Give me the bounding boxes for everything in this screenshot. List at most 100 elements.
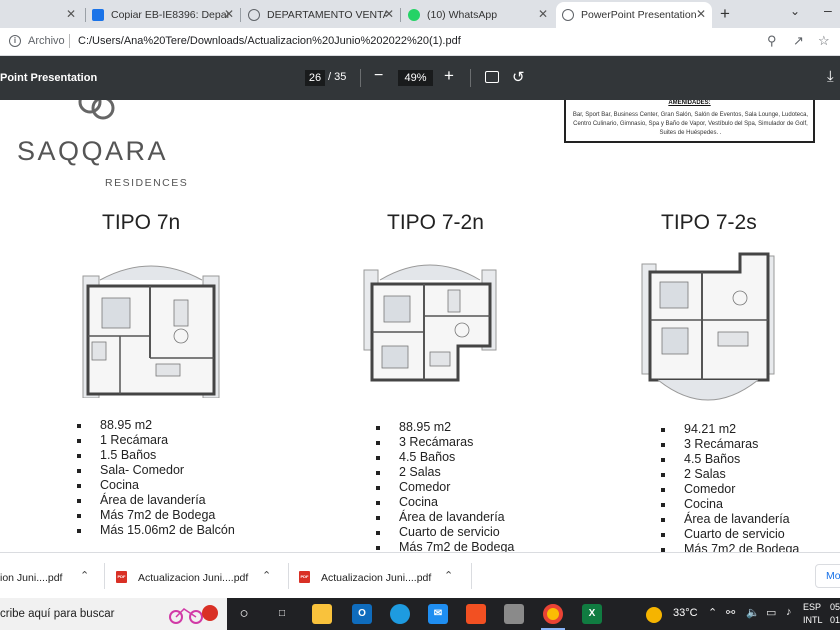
tab-whatsapp[interactable]: (10) WhatsApp ✕	[402, 2, 554, 28]
close-icon[interactable]: ✕	[224, 7, 234, 21]
close-icon[interactable]: ✕	[538, 7, 548, 21]
chrome-icon[interactable]	[543, 604, 563, 624]
zoom-level-input[interactable]: 49%	[398, 70, 433, 86]
store-icon[interactable]	[466, 604, 486, 624]
close-icon[interactable]: ✕	[66, 7, 76, 21]
tab-copiar[interactable]: Copiar EB-IE8396: Depart ✕	[86, 2, 240, 28]
language-indicator[interactable]: ESP	[803, 602, 821, 612]
list-item: Más 7m2 de Bodega	[77, 508, 235, 523]
unit-feature-list: 88.95 m2 3 Recámaras 4.5 Baños 2 Salas C…	[376, 420, 514, 552]
unit-title: TIPO 7-2s	[661, 211, 757, 234]
list-item: 3 Recámaras	[376, 435, 514, 450]
file-explorer-icon[interactable]	[312, 604, 332, 624]
minimize-icon[interactable]: –	[824, 2, 832, 18]
bicycle-doodle-icon	[169, 605, 218, 624]
tab-label: DEPARTAMENTO VENTA	[267, 9, 387, 21]
unit-feature-list: 94.21 m2 3 Recámaras 4.5 Baños 2 Salas C…	[661, 422, 799, 552]
search-placeholder: cribe aquí para buscar	[0, 608, 115, 620]
list-item: Más 7m2 de Bodega	[376, 540, 514, 552]
amenities-box: AMENIDADES: Bar, Sport Bar, Business Cen…	[564, 100, 815, 143]
tab-powerpoint-presentation[interactable]: PowerPoint Presentation ✕	[556, 2, 712, 28]
bookmark-star-icon[interactable]: ☆	[818, 33, 830, 49]
list-item: Cocina	[661, 497, 799, 512]
task-view-icon[interactable]: □	[272, 604, 292, 624]
fit-page-icon[interactable]	[485, 71, 499, 83]
clock-date[interactable]: 01	[830, 615, 840, 625]
list-item: 4.5 Baños	[376, 450, 514, 465]
speaker-icon[interactable]: ♪	[786, 606, 792, 618]
close-icon[interactable]: ✕	[384, 7, 394, 21]
pdf-file-icon: PDF	[116, 571, 127, 583]
pdf-file-icon: PDF	[299, 571, 310, 583]
outlook-icon[interactable]: O	[352, 604, 372, 624]
list-item: 94.21 m2	[661, 422, 799, 437]
tab-departamento[interactable]: DEPARTAMENTO VENTA ✕	[242, 2, 400, 28]
list-item: Cocina	[376, 495, 514, 510]
clock-time[interactable]: 05	[830, 602, 840, 612]
list-item: Área de lavandería	[661, 512, 799, 527]
browser-tab-strip: ✕ Copiar EB-IE8396: Depart ✕ DEPARTAMENT…	[0, 0, 840, 28]
zoom-in-icon[interactable]: +	[444, 66, 454, 86]
tab-divider	[240, 8, 241, 22]
url-field[interactable]: C:/Users/Ana%20Tere/Downloads/Actualizac…	[78, 35, 461, 47]
chevron-up-icon[interactable]: ⌃	[708, 606, 717, 619]
rotate-icon[interactable]: ↺	[512, 68, 525, 86]
amenities-text: Bar, Sport Bar, Business Center, Gran Sa…	[572, 112, 809, 136]
list-item: Sala- Comedor	[77, 463, 235, 478]
chevron-up-icon[interactable]: ⌃	[444, 569, 453, 582]
unit-feature-list: 88.95 m2 1 Recámara 1.5 Baños Sala- Come…	[77, 418, 235, 538]
amenities-title: AMENIDADES:	[668, 100, 711, 106]
download-icon[interactable]: ⤓	[827, 68, 834, 85]
weather-temperature[interactable]: 33°C	[673, 607, 698, 619]
floor-plan-tipo-7-2s	[641, 252, 775, 401]
weather-sun-icon	[646, 607, 662, 623]
zoom-icon[interactable]: ⚲	[767, 33, 777, 49]
new-tab-button[interactable]: +	[720, 4, 730, 24]
task-view-circle-icon[interactable]: ○	[234, 604, 254, 624]
info-icon[interactable]: i	[9, 35, 21, 47]
share-icon[interactable]: ↗	[793, 33, 804, 49]
pdf-page: SAQQARA RESIDENCES AMENIDADES: Bar, Spor…	[0, 100, 840, 552]
list-item: Área de lavandería	[77, 493, 235, 508]
download-divider	[104, 563, 105, 589]
battery-icon[interactable]: ▭	[766, 606, 776, 619]
edge-icon[interactable]	[390, 604, 410, 624]
chevron-up-icon[interactable]: ⌃	[80, 569, 89, 582]
app-favicon-icon	[92, 9, 104, 21]
download-filename: Actualizacion Juni....pdf	[321, 572, 432, 584]
address-scheme-label: Archivo	[28, 35, 65, 47]
list-item: 2 Salas	[376, 465, 514, 480]
show-all-downloads-button[interactable]: Mo	[815, 564, 840, 588]
download-item[interactable]: ion Juni....pdf ⌃	[0, 553, 100, 599]
network-icon[interactable]: ⚯	[726, 606, 735, 619]
whatsapp-icon	[408, 9, 420, 21]
floor-plan-tipo-7-2n	[363, 264, 497, 382]
keyboard-layout[interactable]: INTL	[803, 615, 823, 625]
list-item: Más 15.06m2 de Balcón	[77, 523, 235, 538]
list-item: Área de lavandería	[376, 510, 514, 525]
tab-0[interactable]: ✕	[0, 2, 84, 28]
address-bar: i Archivo C:/Users/Ana%20Tere/Downloads/…	[0, 28, 840, 56]
paint-icon[interactable]	[504, 604, 524, 624]
logo-mark-icon	[78, 100, 115, 120]
download-divider	[288, 563, 289, 589]
windows-taskbar: cribe aquí para buscar ○ □ O ✉ X 33°C ⌃ …	[0, 598, 840, 630]
globe-icon	[248, 9, 260, 21]
download-item[interactable]: PDF Actualizacion Juni....pdf ⌃	[116, 553, 286, 599]
list-item: Cuarto de servicio	[376, 525, 514, 540]
pdf-toolbar: Point Presentation 26 / 35 − 49% + ↺ ⤓	[0, 56, 840, 100]
list-item: 88.95 m2	[376, 420, 514, 435]
downloads-bar: ion Juni....pdf ⌃ PDF Actualizacion Juni…	[0, 552, 840, 598]
taskbar-search-box[interactable]: cribe aquí para buscar	[0, 598, 227, 630]
download-item[interactable]: PDF Actualizacion Juni....pdf ⌃	[299, 553, 469, 599]
zoom-out-icon[interactable]: −	[374, 67, 383, 85]
excel-icon[interactable]: X	[582, 604, 602, 624]
chevron-up-icon[interactable]: ⌃	[262, 569, 271, 582]
page-number-input[interactable]: 26	[305, 70, 325, 86]
close-icon[interactable]: ✕	[696, 7, 706, 21]
volume-icon[interactable]: 🔈	[746, 606, 760, 619]
chevron-down-icon[interactable]: ⌄	[790, 4, 800, 18]
tab-label: (10) WhatsApp	[427, 9, 498, 21]
download-filename: ion Juni....pdf	[0, 572, 63, 584]
mail-icon[interactable]: ✉	[428, 604, 448, 624]
